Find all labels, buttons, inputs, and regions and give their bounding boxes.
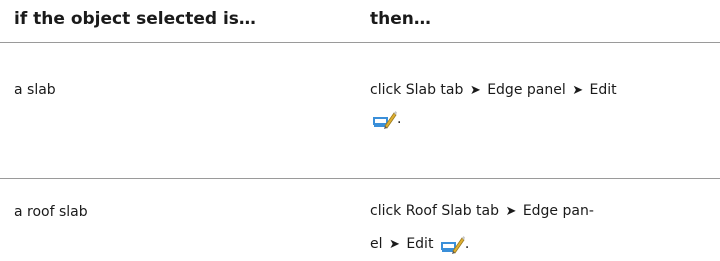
- row-condition: a slab: [14, 82, 56, 98]
- header-condition: if the object selected is…: [14, 9, 256, 29]
- row-action: click Slab tab ➤ Edge panel ➤ Edit .: [370, 43, 715, 136]
- row-action: click Roof Slab tab ➤ Edge pan- el ➤ Edi…: [370, 173, 715, 261]
- action-tab-text: click Roof Slab tab: [370, 203, 499, 219]
- action-edit-text: Edit: [406, 236, 434, 252]
- arrow-icon: ➤: [388, 237, 400, 252]
- arrow-icon: ➤: [469, 83, 481, 98]
- arrow-icon: ➤: [505, 204, 517, 219]
- action-period: .: [464, 236, 470, 252]
- action-period: .: [397, 111, 402, 127]
- arrow-icon: ➤: [572, 83, 584, 98]
- edit-edge-icon: [440, 234, 465, 256]
- action-panel-text-cont: el: [370, 236, 383, 252]
- row-condition: a roof slab: [14, 204, 88, 220]
- edit-edge-icon: [373, 109, 397, 131]
- table-row: a slab click Slab tab ➤ Edge panel ➤ Edi…: [0, 43, 720, 179]
- header-action: then…: [370, 9, 431, 29]
- action-panel-text: Edge panel: [487, 82, 566, 98]
- table-header-row: if the object selected is… then…: [0, 0, 720, 43]
- action-edit-text: Edit: [589, 82, 617, 98]
- edit-edge-table: if the object selected is… then… a slab …: [0, 0, 720, 261]
- action-tab-text: click Slab tab: [370, 82, 464, 98]
- table-row: a roof slab click Roof Slab tab ➤ Edge p…: [0, 179, 720, 261]
- action-panel-text: Edge pan-: [522, 203, 594, 219]
